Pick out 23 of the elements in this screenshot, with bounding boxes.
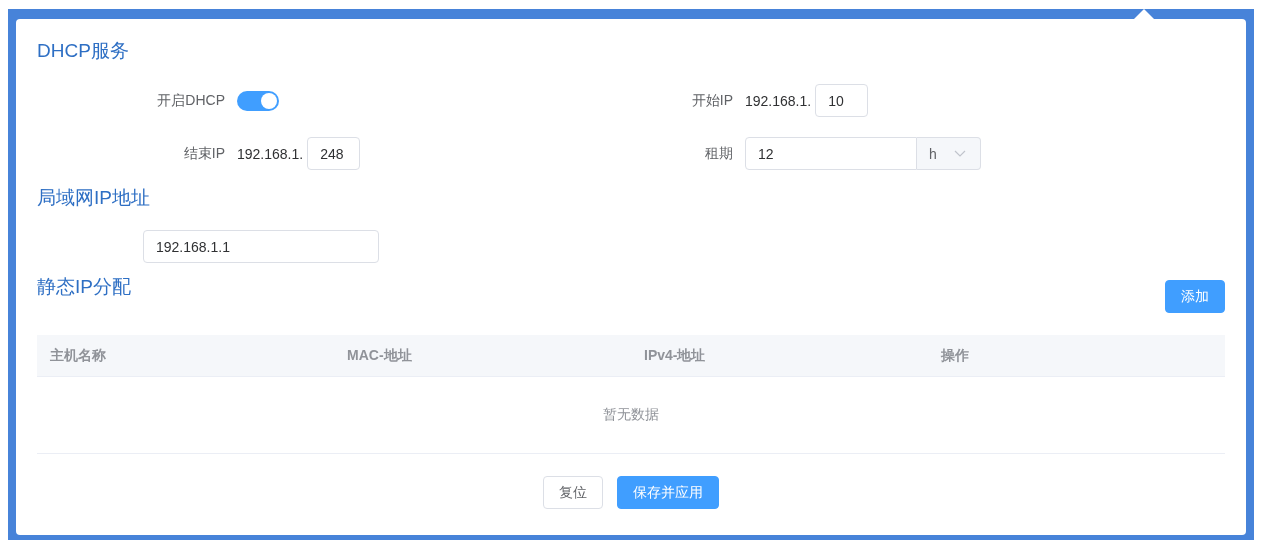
unit-select[interactable]: h bbox=[917, 137, 981, 170]
input-field[interactable]: 192.168.1.1 bbox=[143, 230, 379, 263]
chevron-down-icon bbox=[954, 150, 966, 157]
field-label: 开始IP bbox=[690, 91, 734, 110]
ip-prefix: 192.168.1. bbox=[745, 92, 812, 109]
reset-button[interactable]: 复位 bbox=[543, 476, 603, 509]
input-field[interactable]: 248 bbox=[307, 137, 361, 170]
section-title: 局域网IP地址 bbox=[37, 186, 151, 210]
field-label: 结束IP bbox=[182, 144, 226, 163]
field-label: 开启DHCP bbox=[156, 91, 226, 110]
column-header: 主机名称 bbox=[49, 345, 107, 365]
field-label: 租期 bbox=[704, 144, 734, 163]
input-field[interactable]: 12 bbox=[745, 137, 917, 170]
section-title: DHCP服务 bbox=[37, 39, 130, 63]
ip-prefix: 192.168.1. bbox=[237, 145, 304, 162]
dhcp-toggle[interactable] bbox=[237, 90, 279, 111]
column-header: 操作 bbox=[940, 345, 970, 365]
section-title: 静态IP分配 bbox=[37, 275, 131, 299]
column-header: IPv4-地址 bbox=[643, 345, 707, 365]
column-header: MAC-地址 bbox=[346, 345, 413, 365]
empty-text: 暂无数据 bbox=[603, 406, 659, 424]
unit-value: h bbox=[929, 145, 937, 162]
input-field[interactable]: 10 bbox=[815, 84, 869, 117]
